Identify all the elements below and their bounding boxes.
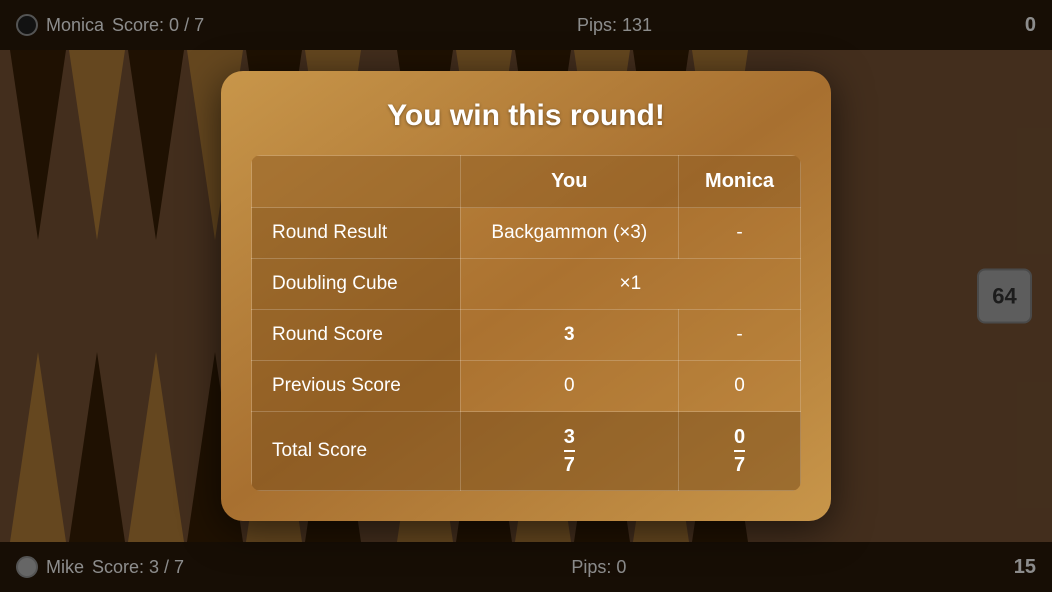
round-score-label: Round Score (252, 310, 461, 361)
round-result-you: Backgammon (×3) (460, 208, 678, 259)
doubling-cube-label: Doubling Cube (252, 259, 461, 310)
modal-title: You win this round! (251, 99, 801, 133)
round-result-label: Round Result (252, 208, 461, 259)
table-row: Previous Score 0 0 (252, 361, 801, 412)
col-monica-header: Monica (679, 156, 801, 208)
you-fraction: 3 7 (564, 426, 575, 476)
monica-denominator: 7 (734, 452, 745, 476)
score-modal: You win this round! You Monica Round Res… (221, 71, 831, 521)
round-result-monica: - (679, 208, 801, 259)
doubling-cube-value: ×1 (460, 259, 800, 310)
you-numerator: 3 (564, 426, 575, 452)
round-score-monica: - (679, 310, 801, 361)
table-row: Total Score 3 7 0 7 (252, 412, 801, 491)
previous-score-you: 0 (460, 361, 678, 412)
you-denominator: 7 (564, 452, 575, 476)
total-score-you: 3 7 (460, 412, 678, 491)
table-row: Round Result Backgammon (×3) - (252, 208, 801, 259)
previous-score-monica: 0 (679, 361, 801, 412)
total-score-label: Total Score (252, 412, 461, 491)
monica-fraction: 0 7 (734, 426, 745, 476)
col-label-header (252, 156, 461, 208)
previous-score-label: Previous Score (252, 361, 461, 412)
modal-overlay: You win this round! You Monica Round Res… (0, 0, 1052, 592)
col-you-header: You (460, 156, 678, 208)
round-score-you: 3 (460, 310, 678, 361)
score-table: You Monica Round Result Backgammon (×3) … (251, 155, 801, 491)
table-row: Doubling Cube ×1 (252, 259, 801, 310)
table-row: Round Score 3 - (252, 310, 801, 361)
monica-numerator: 0 (734, 426, 745, 452)
total-score-monica: 0 7 (679, 412, 801, 491)
